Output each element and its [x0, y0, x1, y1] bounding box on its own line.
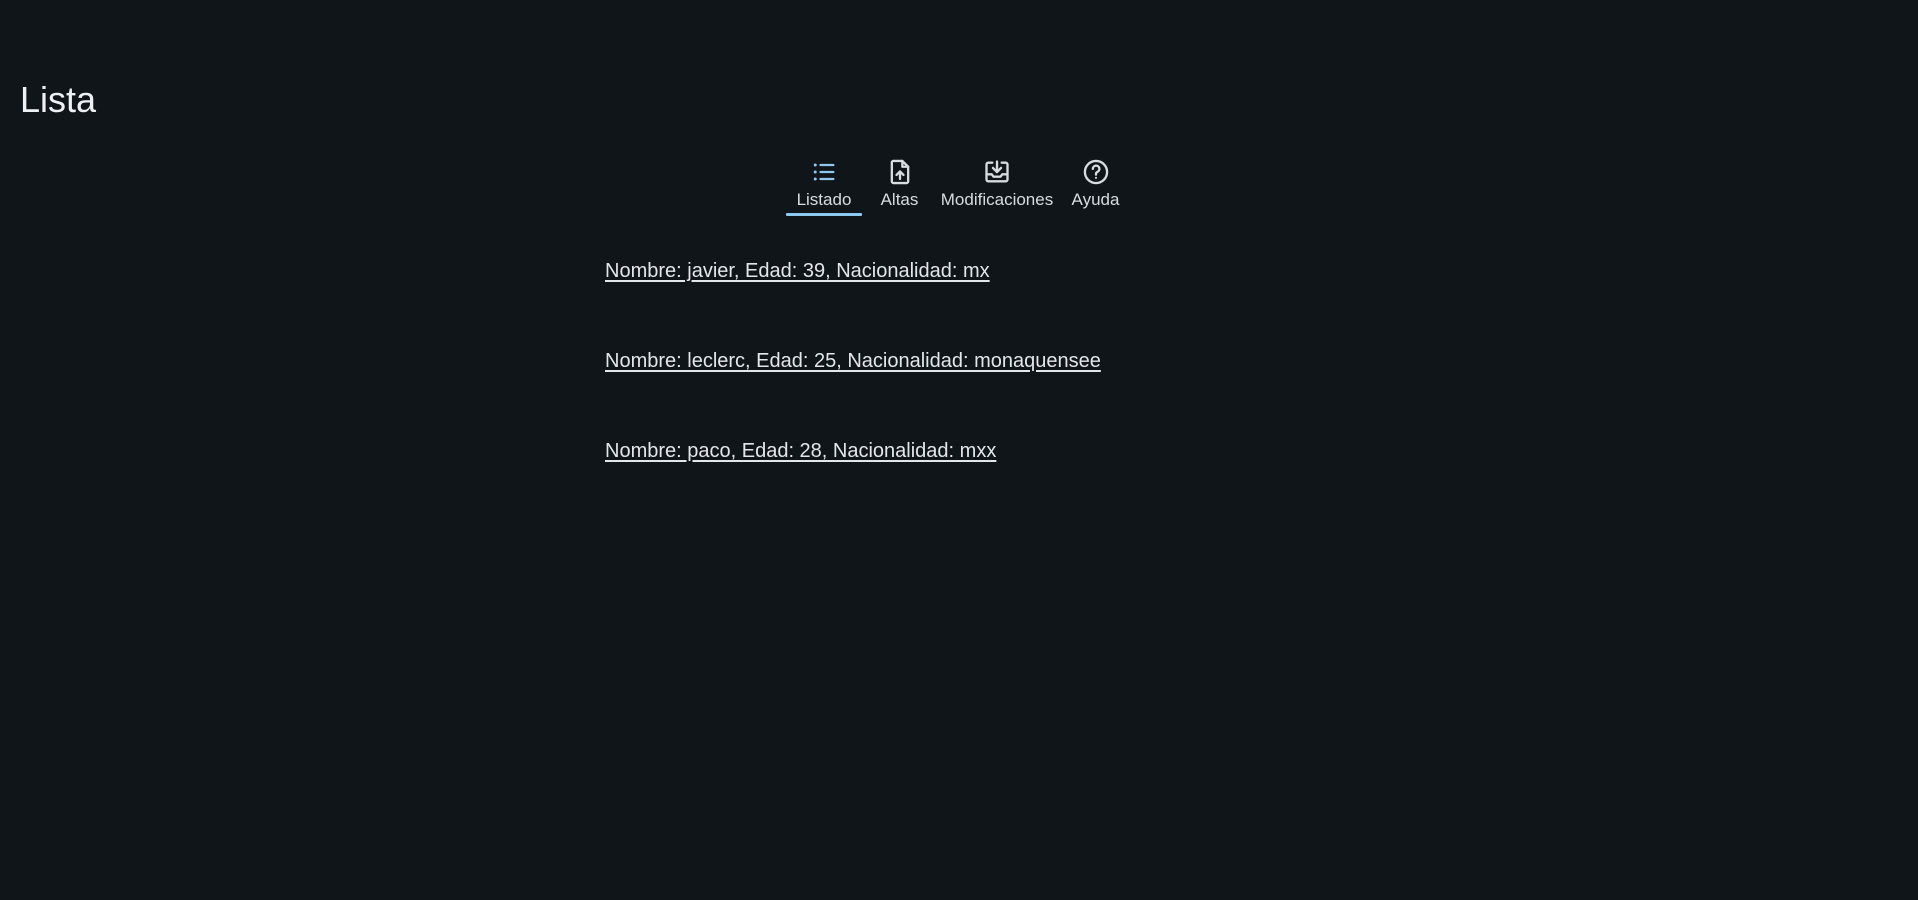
tab-altas-label: Altas [880, 190, 919, 209]
record-link[interactable]: Nombre: javier, Edad: 39, Nacionalidad: … [605, 260, 990, 282]
page-title: Lista [20, 79, 97, 120]
tab-modificaciones-label: Modificaciones [940, 190, 1054, 209]
record-link[interactable]: Nombre: paco, Edad: 28, Nacionalidad: mx… [605, 440, 996, 462]
list-item: Nombre: paco, Edad: 28, Nacionalidad: mx… [605, 436, 1101, 526]
records-list: Nombre: javier, Edad: 39, Nacionalidad: … [605, 256, 1101, 526]
help-circle-icon [1082, 158, 1110, 186]
tab-bar: Listado Altas Modificaciones Ayuda [786, 156, 1134, 218]
tab-listado-label: Listado [796, 190, 852, 209]
tab-altas[interactable]: Altas [862, 156, 937, 218]
record-link[interactable]: Nombre: leclerc, Edad: 25, Nacionalidad:… [605, 350, 1101, 372]
tab-modificaciones[interactable]: Modificaciones [937, 156, 1057, 218]
list-icon [810, 158, 838, 186]
file-upload-icon [886, 158, 914, 186]
tab-ayuda-label: Ayuda [1071, 190, 1120, 209]
tab-listado[interactable]: Listado [786, 156, 862, 218]
page: Lista Listado Altas Modificaciones Ayuda… [0, 0, 1918, 900]
list-item: Nombre: javier, Edad: 39, Nacionalidad: … [605, 256, 1101, 346]
download-box-icon [983, 158, 1011, 186]
list-item: Nombre: leclerc, Edad: 25, Nacionalidad:… [605, 346, 1101, 436]
tab-ayuda[interactable]: Ayuda [1057, 156, 1134, 218]
